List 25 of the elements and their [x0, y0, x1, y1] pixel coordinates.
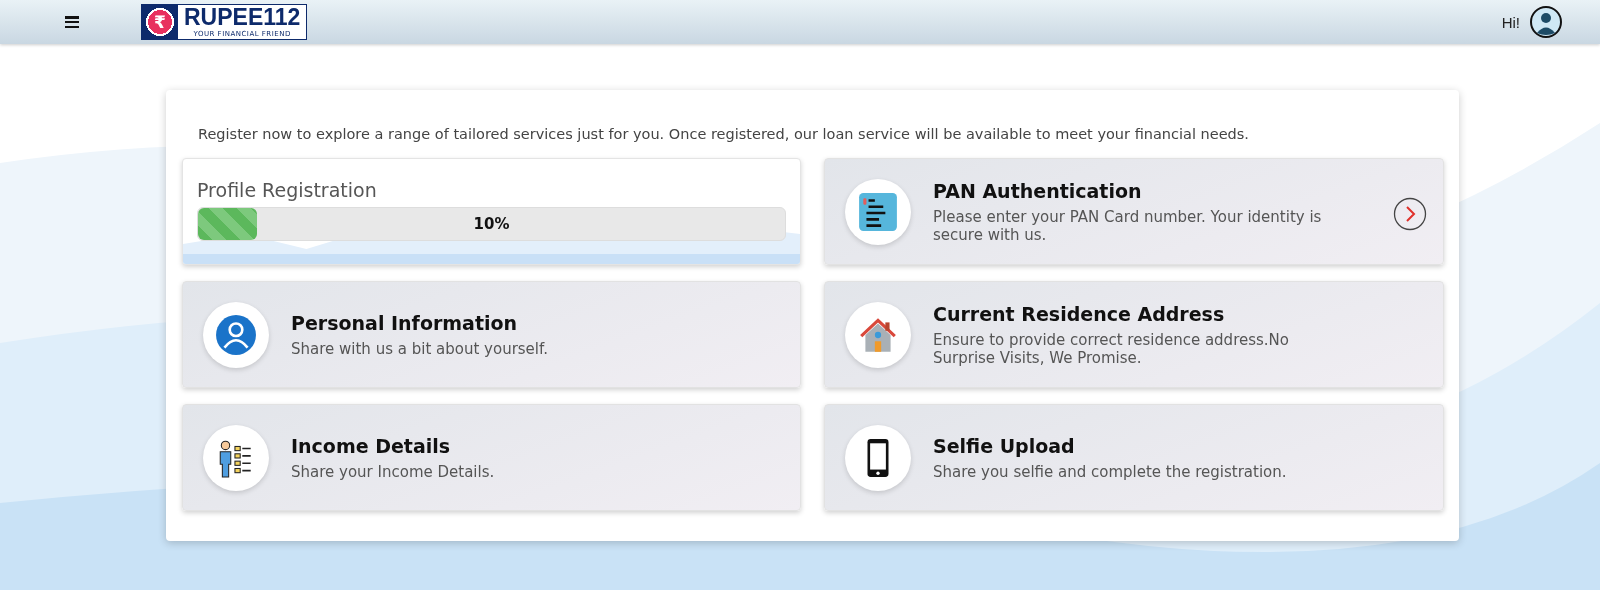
step-title: Current Residence Address [933, 302, 1226, 325]
brand-name: RUPEE112 [184, 5, 301, 30]
step-description: Ensure to provide correct residence address.No Surprise Visits, We Promise. [933, 330, 1290, 367]
intro-text: Register now to explore a range of tailored services just for you. Once registered, our loan service will be available to meet your financial needs. [198, 126, 1250, 142]
step-card[interactable]: PAN Authentication Please enter your PAN Card number. Your identity is secure with us. [824, 158, 1444, 265]
user-icon [215, 313, 257, 356]
step-title: Personal Information [291, 311, 519, 334]
step-description: Share with us a bit about yourself. [291, 339, 549, 358]
progress-title: Profile Registration [197, 179, 378, 201]
step-description: Please enter your PAN Card number. Your identity is secure with us. [933, 207, 1323, 244]
rupee-logo-icon: ₹ [142, 5, 178, 39]
id-card-icon [857, 190, 899, 233]
step-card[interactable]: Income Details Share your Income Details. [182, 404, 801, 511]
avatar-icon[interactable] [1530, 6, 1562, 38]
step-card[interactable]: Selfie Upload Share you selfie and complete the registration. [824, 404, 1444, 511]
menu-icon[interactable] [65, 16, 79, 28]
step-title: Income Details [291, 434, 452, 457]
step-description: Share you selfie and complete the registration. [933, 462, 1288, 481]
step-description: Share your Income Details. [291, 462, 496, 481]
step-card[interactable]: Personal Information Share with us a bit about yourself. [182, 281, 801, 388]
step-title: PAN Authentication [933, 179, 1143, 202]
greeting: Hi! [1501, 13, 1520, 31]
step-card[interactable]: Current Residence Address Ensure to provide correct residence address.No Surprise Visits, We Promise. [824, 281, 1444, 388]
progress-percent: 10% [473, 215, 510, 233]
step-title: Selfie Upload [933, 434, 1076, 457]
